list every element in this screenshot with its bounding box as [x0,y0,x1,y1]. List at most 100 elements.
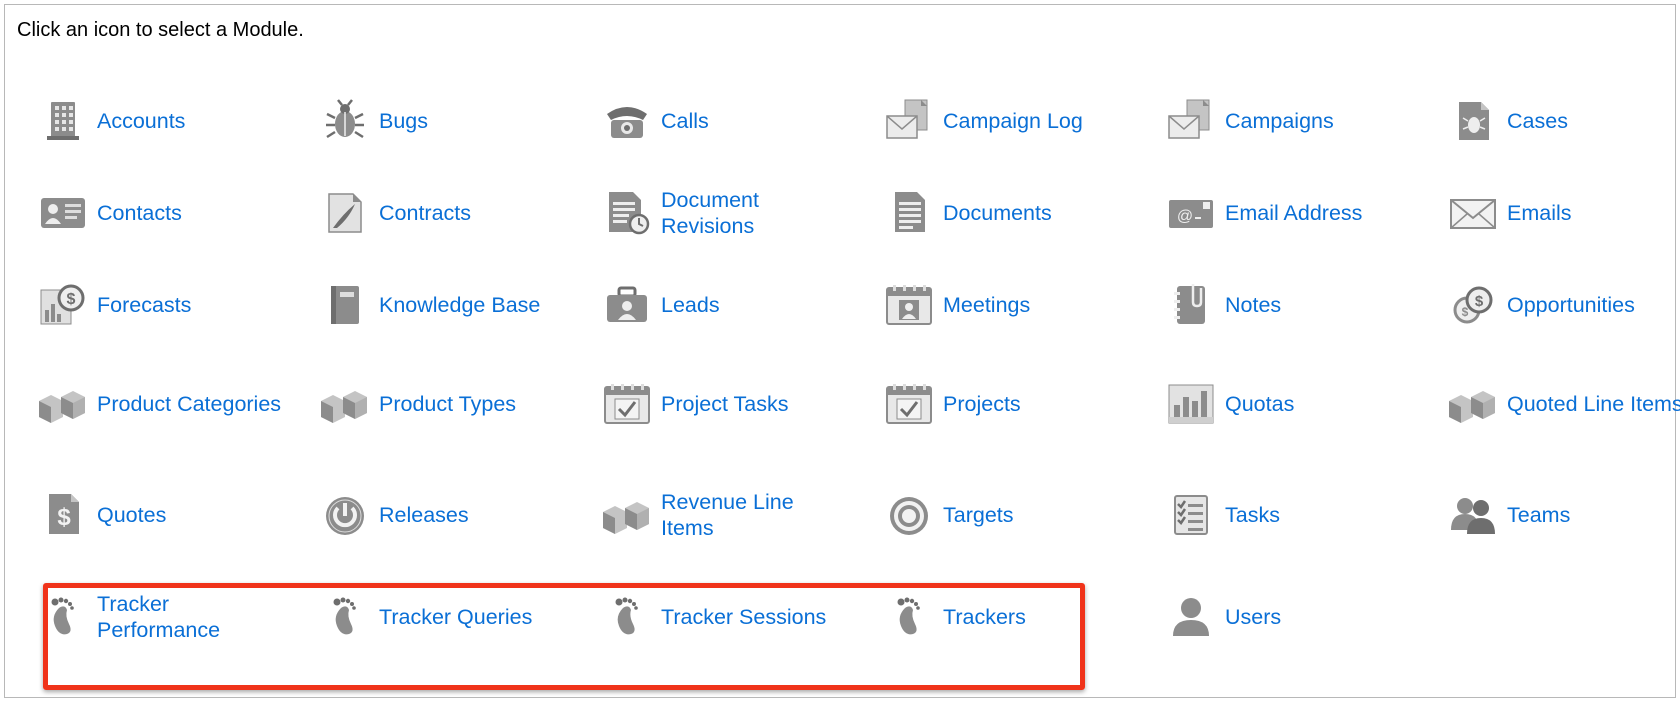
module-link-tasks[interactable]: Tasks [1225,502,1415,528]
module-link-trackers[interactable]: Trackers [943,604,1133,630]
footprint-icon[interactable] [313,592,377,642]
module-forecasts[interactable]: $ Forecasts [31,265,301,345]
footprint-icon[interactable] [31,592,95,642]
module-accounts[interactable]: Accounts [31,81,301,161]
forecast-chart-icon[interactable]: $ [31,280,95,330]
module-emails[interactable]: Emails [1441,173,1680,253]
boxes-icon[interactable] [31,379,95,429]
footprint-icon[interactable] [595,592,659,642]
module-link-notes[interactable]: Notes [1225,292,1415,318]
boxes-icon[interactable] [313,379,377,429]
module-link-documents[interactable]: Documents [943,200,1133,226]
calendar-check-icon[interactable] [595,379,659,429]
module-contacts[interactable]: Contacts [31,173,301,253]
module-tracker-queries[interactable]: Tracker Queries [313,577,583,657]
module-link-product-categories[interactable]: Product Categories [97,391,287,417]
dollar-document-icon[interactable]: $ [31,490,95,540]
module-tracker-sessions[interactable]: Tracker Sessions [595,577,865,657]
boxes-icon[interactable] [595,490,659,540]
module-trackers[interactable]: Trackers [877,577,1147,657]
module-campaign-log[interactable]: Campaign Log [877,81,1147,161]
module-link-project-tasks[interactable]: Project Tasks [661,391,851,417]
module-contracts[interactable]: Contracts [313,173,583,253]
module-link-tracker-queries[interactable]: Tracker Queries [379,604,569,630]
email-address-icon[interactable]: @ [1159,188,1223,238]
book-icon[interactable] [313,280,377,330]
module-quotas[interactable]: Quotas [1159,364,1429,444]
target-icon[interactable] [877,490,941,540]
module-link-targets[interactable]: Targets [943,502,1133,528]
module-link-document-revisions[interactable]: Document Revisions [661,187,851,239]
module-link-leads[interactable]: Leads [661,292,851,318]
module-email-address[interactable]: @ Email Address [1159,173,1429,253]
module-targets[interactable]: Targets [877,475,1147,555]
module-link-campaigns[interactable]: Campaigns [1225,108,1415,134]
contract-pen-icon[interactable] [313,188,377,238]
module-link-revenue-line-items[interactable]: Revenue Line Items [661,489,851,541]
module-quotes[interactable]: $ Quotes [31,475,301,555]
module-link-meetings[interactable]: Meetings [943,292,1133,318]
module-link-product-types[interactable]: Product Types [379,391,569,417]
bug-icon[interactable] [313,96,377,146]
telephone-icon[interactable] [595,96,659,146]
briefcase-icon[interactable] [595,280,659,330]
module-bugs[interactable]: Bugs [313,81,583,161]
module-calls[interactable]: Calls [595,81,865,161]
module-leads[interactable]: Leads [595,265,865,345]
calendar-check-icon[interactable] [877,379,941,429]
bar-chart-icon[interactable] [1159,379,1223,429]
footprint-icon[interactable] [877,592,941,642]
module-document-revisions[interactable]: Document Revisions [595,173,865,253]
module-users[interactable]: Users [1159,577,1429,657]
building-icon[interactable] [31,96,95,146]
module-link-tracker-sessions[interactable]: Tracker Sessions [661,604,851,630]
checklist-icon[interactable] [1159,490,1223,540]
team-icon[interactable] [1441,490,1505,540]
module-tracker-performance[interactable]: Tracker Performance [31,577,301,657]
module-link-contracts[interactable]: Contracts [379,200,569,226]
module-product-categories[interactable]: Product Categories [31,364,301,444]
module-tasks[interactable]: Tasks [1159,475,1429,555]
module-link-quoted-line-items[interactable]: Quoted Line Items [1507,391,1680,417]
module-project-tasks[interactable]: Project Tasks [595,364,865,444]
module-link-emails[interactable]: Emails [1507,200,1680,226]
module-projects[interactable]: Projects [877,364,1147,444]
case-document-icon[interactable] [1441,96,1505,146]
module-link-projects[interactable]: Projects [943,391,1133,417]
coins-icon[interactable]: $ $ [1441,280,1505,330]
module-link-releases[interactable]: Releases [379,502,569,528]
module-documents[interactable]: Documents [877,173,1147,253]
module-quoted-line-items[interactable]: Quoted Line Items [1441,364,1680,444]
module-opportunities[interactable]: $ $ Opportunities [1441,265,1680,345]
module-link-bugs[interactable]: Bugs [379,108,569,134]
module-link-knowledge-base[interactable]: Knowledge Base [379,292,569,318]
module-campaigns[interactable]: Campaigns [1159,81,1429,161]
envelope-icon[interactable] [1441,188,1505,238]
notebook-clip-icon[interactable] [1159,280,1223,330]
module-revenue-line-items[interactable]: Revenue Line Items [595,475,865,555]
module-link-accounts[interactable]: Accounts [97,108,287,134]
module-link-campaign-log[interactable]: Campaign Log [943,108,1133,134]
module-link-users[interactable]: Users [1225,604,1415,630]
module-product-types[interactable]: Product Types [313,364,583,444]
module-link-tracker-performance[interactable]: Tracker Performance [97,591,287,643]
module-notes[interactable]: Notes [1159,265,1429,345]
document-revision-icon[interactable] [595,188,659,238]
module-link-calls[interactable]: Calls [661,108,851,134]
module-link-teams[interactable]: Teams [1507,502,1680,528]
module-meetings[interactable]: Meetings [877,265,1147,345]
boxes-icon[interactable] [1441,379,1505,429]
contact-card-icon[interactable] [31,188,95,238]
campaign-envelope-icon[interactable] [877,96,941,146]
module-link-contacts[interactable]: Contacts [97,200,287,226]
meeting-calendar-icon[interactable] [877,280,941,330]
document-icon[interactable] [877,188,941,238]
module-link-email-address[interactable]: Email Address [1225,200,1415,226]
module-cases[interactable]: Cases [1441,81,1680,161]
module-releases[interactable]: Releases [313,475,583,555]
user-icon[interactable] [1159,592,1223,642]
module-link-quotes[interactable]: Quotes [97,502,287,528]
module-teams[interactable]: Teams [1441,475,1680,555]
module-link-forecasts[interactable]: Forecasts [97,292,287,318]
module-link-cases[interactable]: Cases [1507,108,1680,134]
